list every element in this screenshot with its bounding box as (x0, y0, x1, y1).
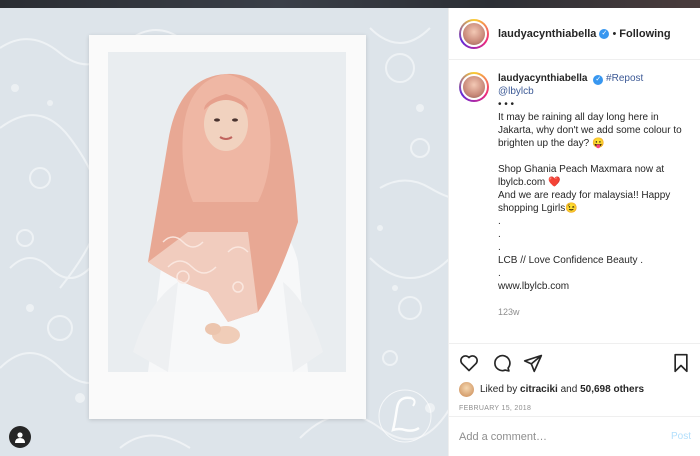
comment-icon[interactable] (491, 353, 511, 373)
following-button[interactable]: Following (619, 28, 670, 40)
likes-count[interactable]: 50,698 others (580, 384, 644, 395)
post-sidebar: laudyacynthiabella ✓ • Following laudyac… (448, 8, 700, 456)
post-media[interactable] (0, 8, 448, 456)
post-date: FEBRUARY 15, 2018 (459, 405, 532, 412)
post-age[interactable]: 123w (498, 306, 688, 319)
caption-body: laudyacynthiabella ✓ #Repost @lbylcb • •… (498, 72, 688, 319)
likes-summary: Liked by citraciki and 50,698 others (459, 382, 691, 397)
post-header: laudyacynthiabella ✓ • Following (449, 8, 700, 60)
caption-text: • • • It may be raining all day long her… (498, 99, 682, 292)
tagged-users-button[interactable] (9, 426, 31, 448)
caption-avatar[interactable] (459, 72, 489, 102)
top-strip (0, 0, 700, 8)
separator-dot: • (612, 27, 617, 40)
header-username[interactable]: laudyacynthiabella (498, 28, 596, 40)
caption-block: laudyacynthiabella ✓ #Repost @lbylcb • •… (449, 60, 700, 319)
polaroid-frame (89, 35, 366, 419)
share-icon[interactable] (523, 353, 543, 373)
likes-and: and (560, 384, 578, 395)
mention-link[interactable]: @lbylcb (498, 86, 534, 97)
model-photo (108, 52, 346, 372)
liker-avatar[interactable] (459, 382, 474, 397)
heart-icon[interactable] (459, 353, 479, 373)
verified-badge-icon: ✓ (599, 28, 610, 39)
model-illustration (108, 52, 346, 372)
comment-input[interactable]: Add a comment… (459, 431, 547, 443)
likes-prefix: Liked by (480, 384, 518, 395)
brand-logo (378, 389, 432, 443)
caption-verified-icon: ✓ (593, 75, 604, 85)
post-comment-button[interactable]: Post (671, 431, 691, 442)
caption-username[interactable]: laudyacynthiabella (498, 73, 587, 84)
bookmark-icon[interactable] (671, 353, 691, 373)
repost-hashtag[interactable]: #Repost (606, 73, 643, 84)
avatar[interactable] (459, 18, 489, 49)
action-bar: Liked by citraciki and 50,698 others FEB… (449, 343, 700, 412)
liked-by-user[interactable]: citraciki (520, 384, 558, 395)
user-icon (15, 431, 25, 443)
comment-box: Add a comment… Post (449, 416, 700, 456)
